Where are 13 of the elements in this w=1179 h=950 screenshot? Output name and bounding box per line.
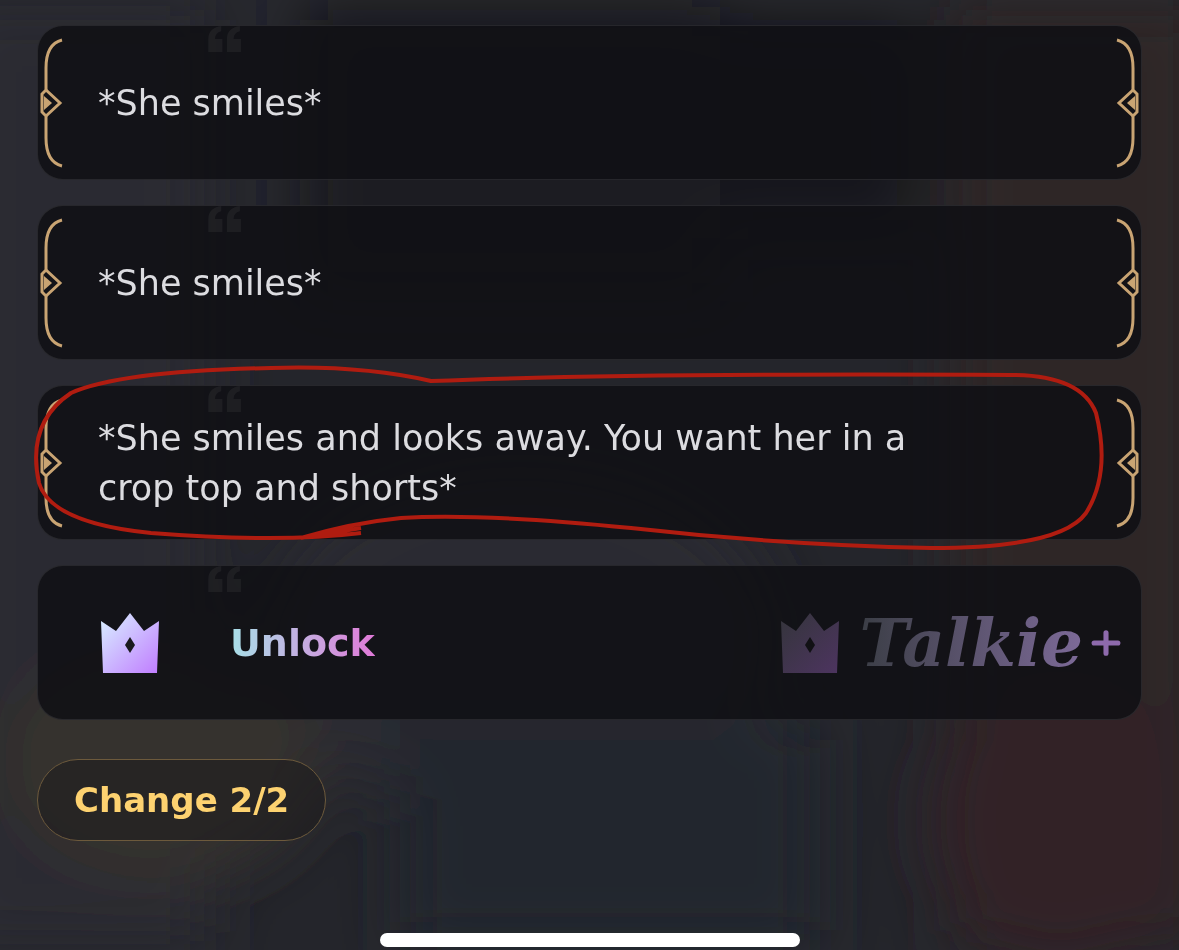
change-button[interactable]: Change 2/2	[37, 759, 327, 841]
crown-icon	[100, 612, 160, 673]
quote-icon	[208, 566, 242, 592]
reply-option[interactable]: *She smiles*	[37, 205, 1142, 360]
crown-icon	[779, 612, 840, 673]
reply-option[interactable]: *She smiles and looks away. You want her in a crop top and shorts*	[37, 385, 1142, 540]
reply-option[interactable]: *She smiles*	[37, 25, 1142, 180]
unlock-card[interactable]: Unlock Talkie	[37, 565, 1142, 720]
option-text: *She smiles and looks away. You want her in a crop top and shorts*	[98, 416, 908, 510]
quote-icon	[208, 206, 242, 232]
option-text: *She smiles*	[98, 261, 322, 305]
quote-icon	[208, 386, 242, 412]
option-text: *She smiles*	[98, 81, 322, 125]
